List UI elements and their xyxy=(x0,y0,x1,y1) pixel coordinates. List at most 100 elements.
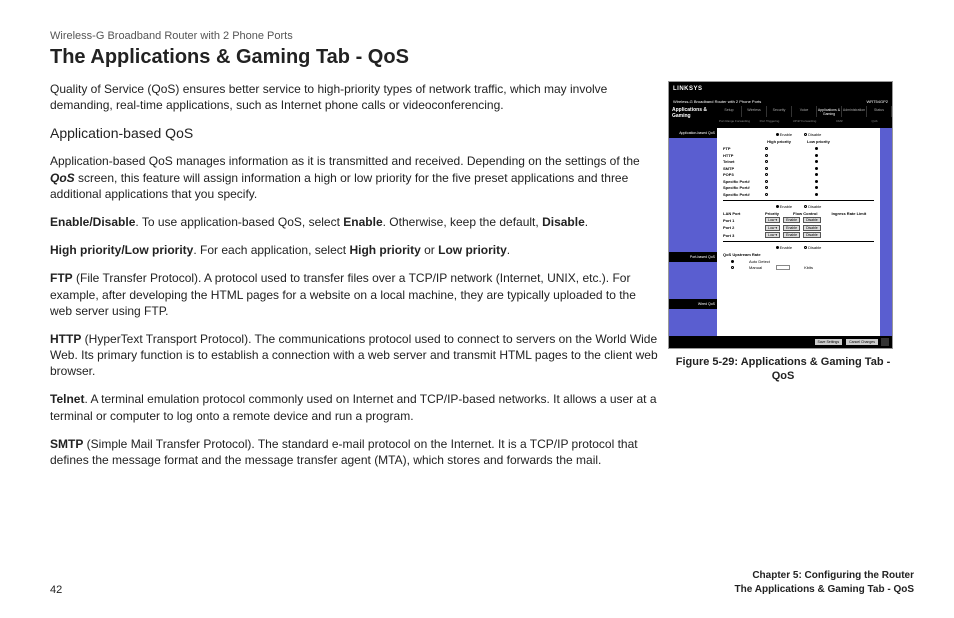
radio-icon[interactable] xyxy=(804,246,807,249)
col-low: Low priority xyxy=(807,139,830,144)
port-row: Port 3 xyxy=(723,233,751,238)
radio-icon[interactable] xyxy=(815,180,818,183)
enable-radio-label: Enable xyxy=(780,132,792,137)
radio-icon[interactable] xyxy=(815,173,818,176)
mini-tab[interactable]: Status xyxy=(867,106,892,117)
app-row: HTTP xyxy=(723,153,751,158)
radio-icon[interactable] xyxy=(765,147,768,150)
radio-icon[interactable] xyxy=(765,173,768,176)
product-header: Wireless-G Broadband Router with 2 Phone… xyxy=(50,30,914,42)
text-input[interactable] xyxy=(776,265,790,270)
radio-icon[interactable] xyxy=(731,266,734,269)
mini-nav: Applications & Gaming Setup Wireless Sec… xyxy=(669,106,892,128)
ftp-label: FTP xyxy=(50,271,73,285)
app-row: SMTP xyxy=(723,166,751,171)
enable-label: Enable/Disable xyxy=(50,215,135,229)
col-header: Ingress Rate Limit xyxy=(831,211,866,216)
text: (HyperText Transport Protocol). The comm… xyxy=(50,332,658,378)
mini-tab[interactable]: Security xyxy=(767,106,792,117)
telnet-label: Telnet xyxy=(50,392,84,406)
kbps-label: Kbits xyxy=(804,265,813,270)
radio-icon[interactable] xyxy=(815,147,818,150)
radio-icon[interactable] xyxy=(776,205,779,208)
select[interactable]: Enable xyxy=(783,217,800,223)
radio-icon[interactable] xyxy=(765,186,768,189)
figure-column: LINKSYS Wireless-G Broadband Router with… xyxy=(668,81,898,480)
port-row: Port 2 xyxy=(723,225,751,230)
priority-label: High priority/Low priority xyxy=(50,243,193,257)
disable-radio-label: Disable xyxy=(808,204,821,209)
select[interactable]: Disable xyxy=(803,232,821,238)
radio-icon[interactable] xyxy=(765,193,768,196)
app-row: Specific Port# xyxy=(723,179,751,184)
mini-side-label: Application-based QoS xyxy=(669,128,717,138)
select[interactable]: Low ▾ xyxy=(765,232,780,238)
mini-sidebar: Application-based QoS Port-based QoS Wir… xyxy=(669,128,717,338)
col-high: High priority xyxy=(767,139,791,144)
http-paragraph: HTTP (HyperText Transport Protocol). The… xyxy=(50,331,660,380)
radio-icon[interactable] xyxy=(815,193,818,196)
radio-icon[interactable] xyxy=(815,167,818,170)
mini-subtab[interactable]: UPnP Forwarding xyxy=(787,117,822,128)
text: . Otherwise, keep the default, xyxy=(383,215,542,229)
cancel-button[interactable]: Cancel Changes xyxy=(846,339,878,345)
mini-subtab[interactable]: DMZ xyxy=(822,117,857,128)
low-priority-option: Low priority xyxy=(438,243,507,257)
app-row: Telnet xyxy=(723,159,751,164)
figure-caption: Figure 5-29: Applications & Gaming Tab -… xyxy=(668,355,898,384)
telnet-paragraph: Telnet. A terminal emulation protocol co… xyxy=(50,391,660,423)
select[interactable]: Low ▾ xyxy=(765,225,780,231)
mini-main-panel: Enable Disable High priority Low priorit… xyxy=(717,128,880,338)
brand: LINKSYS xyxy=(673,86,703,92)
upstream-label: QoS Upstream Rate xyxy=(723,252,763,257)
select[interactable]: Enable xyxy=(783,225,800,231)
mini-tab[interactable]: Setup xyxy=(717,106,742,117)
mini-subtab[interactable]: Port Triggering xyxy=(752,117,787,128)
radio-icon[interactable] xyxy=(776,246,779,249)
select[interactable]: Disable xyxy=(803,225,821,231)
text: or xyxy=(421,243,438,257)
disable-option: Disable xyxy=(542,215,585,229)
priority-paragraph: High priority/Low priority. For each app… xyxy=(50,242,660,258)
radio-icon[interactable] xyxy=(765,167,768,170)
radio-icon[interactable] xyxy=(815,186,818,189)
app-row: Specific Port# xyxy=(723,192,751,197)
text: Application-based QoS manages informatio… xyxy=(50,154,640,168)
text: (File Transfer Protocol). A protocol use… xyxy=(50,271,636,317)
mini-tab[interactable]: Wireless xyxy=(742,106,767,117)
radio-icon[interactable] xyxy=(765,154,768,157)
mini-section-label: Applications & Gaming xyxy=(669,106,717,128)
col-header: LAN Port xyxy=(723,211,751,216)
mini-footer: Save Settings Cancel Changes xyxy=(669,336,892,348)
mini-subtab[interactable]: QoS xyxy=(857,117,892,128)
mini-side-label: Port-based QoS xyxy=(669,252,717,262)
text: . xyxy=(585,215,588,229)
text: . A terminal emulation protocol commonly… xyxy=(50,392,657,422)
select[interactable]: Disable xyxy=(803,217,821,223)
router-admin-screenshot: LINKSYS Wireless-G Broadband Router with… xyxy=(668,81,893,349)
radio-icon[interactable] xyxy=(815,154,818,157)
save-button[interactable]: Save Settings xyxy=(815,339,843,345)
radio-icon[interactable] xyxy=(815,160,818,163)
radio-icon[interactable] xyxy=(731,260,734,263)
mini-brand-bar: LINKSYS xyxy=(669,82,892,96)
mini-tab-active[interactable]: Applications & Gaming xyxy=(817,106,842,117)
enable-option: Enable xyxy=(343,215,382,229)
radio-icon[interactable] xyxy=(765,180,768,183)
section-heading: Application-based QoS xyxy=(50,125,660,141)
select[interactable]: Enable xyxy=(783,232,800,238)
mini-tab[interactable]: Voice xyxy=(792,106,817,117)
radio-icon[interactable] xyxy=(765,160,768,163)
radio-icon[interactable] xyxy=(804,133,807,136)
col-header: Flow Control xyxy=(793,211,817,216)
radio-icon[interactable] xyxy=(776,133,779,136)
select[interactable]: Low ▾ xyxy=(765,217,780,223)
text: screen, this feature will assign informa… xyxy=(50,171,628,201)
radio-icon[interactable] xyxy=(804,205,807,208)
page-title: The Applications & Gaming Tab - QoS xyxy=(50,46,914,69)
mini-tab[interactable]: Administration xyxy=(842,106,867,117)
mini-subtab[interactable]: Port Range Forwarding xyxy=(717,117,752,128)
http-label: HTTP xyxy=(50,332,81,346)
ftp-paragraph: FTP (File Transfer Protocol). A protocol… xyxy=(50,270,660,319)
mini-model-bar: Wireless-G Broadband Router with 2 Phone… xyxy=(669,96,892,106)
